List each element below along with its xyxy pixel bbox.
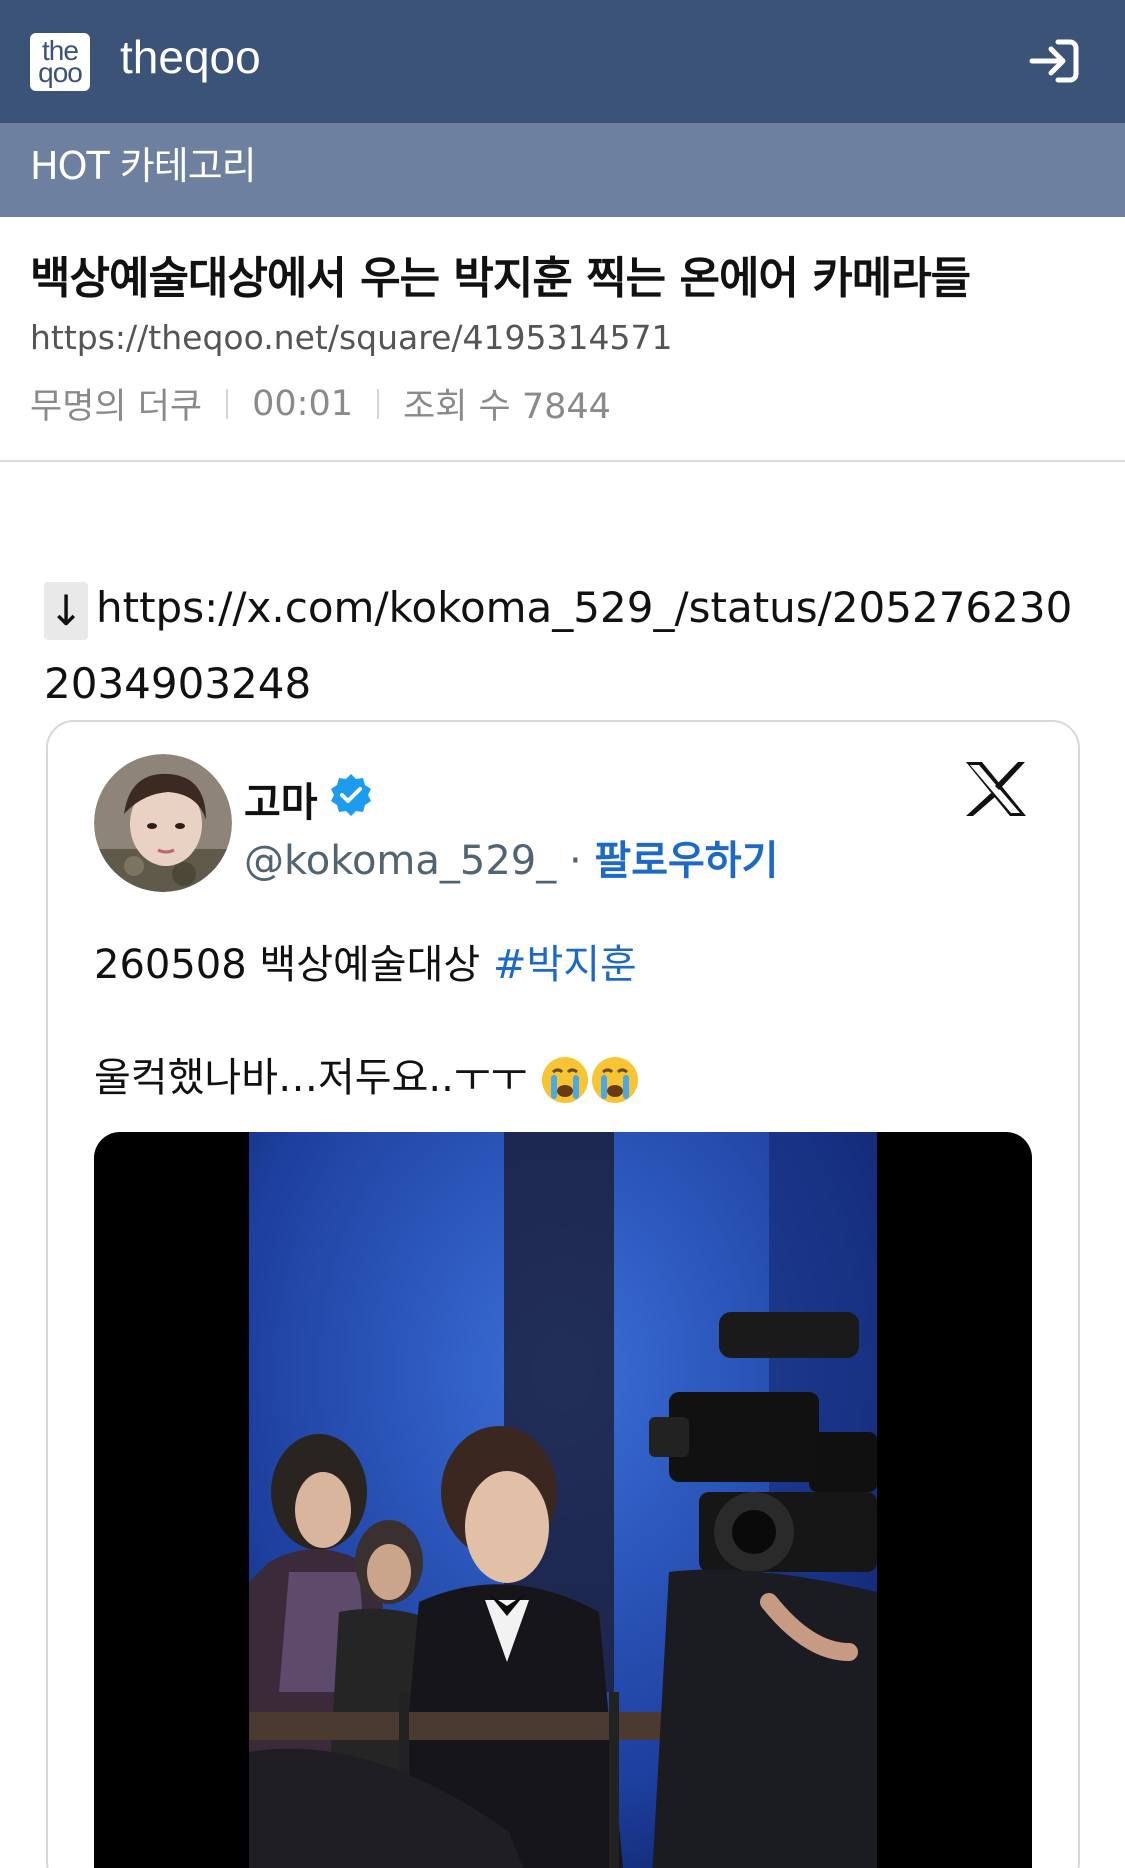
tweet-author-name[interactable]: 고마 <box>244 770 318 828</box>
crying-face-icon <box>592 1057 639 1103</box>
tweet-text: 울컥했나바…저두요..ㅜㅜ <box>94 1055 528 1101</box>
tweet-link[interactable]: https://x.com/kokoma_529_/status/2052762… <box>44 583 1072 708</box>
crying-face-icon <box>542 1057 589 1103</box>
tweet-handle-line: @kokoma_529_ · 팔로우하기 <box>244 828 778 886</box>
down-arrow-icon: ↓ <box>44 581 88 640</box>
post-author: 무명의 더쿠 <box>30 387 203 427</box>
sign-in-icon[interactable] <box>1026 36 1082 86</box>
divider <box>0 460 1125 462</box>
theqoo-logo[interactable]: the qoo <box>30 33 90 91</box>
handle-separator: · <box>556 838 595 884</box>
verified-badge-icon <box>331 774 371 816</box>
follow-button[interactable]: 팔로우하기 <box>594 838 778 884</box>
tweet-video[interactable] <box>94 1132 1032 1868</box>
post-title: 백상예술대상에서 우는 박지훈 찍는 온에어 카메라들 <box>30 253 971 304</box>
tweet-text-line-1: 260508 백상예술대상 #박지훈 <box>94 932 637 990</box>
video-frame <box>249 1132 877 1868</box>
post-url[interactable]: https://theqoo.net/square/4195314571 <box>30 318 672 357</box>
tweet-text: 260508 백상예술대상 <box>94 942 493 988</box>
hashtag-link[interactable]: #박지훈 <box>493 942 637 988</box>
meta-separator <box>377 388 380 419</box>
post-time: 00:01 <box>252 383 354 424</box>
category-label[interactable]: HOT 카테고리 <box>30 135 257 190</box>
meta-separator <box>226 388 229 419</box>
body-link-line: ↓ https://x.com/kokoma_529_/status/205276… <box>44 570 1084 722</box>
x-logo-icon[interactable] <box>964 760 1028 818</box>
post-meta: 무명의 더쿠 00:01 조회 수 7844 <box>30 378 611 429</box>
post-views: 조회 수 7844 <box>403 387 611 427</box>
site-name[interactable]: theqoo <box>120 30 261 84</box>
tweet-embed[interactable]: 고마 @kokoma_529_ · 팔로우하기 260508 백상예술대상 #박… <box>46 720 1080 1868</box>
top-bar: the qoo theqoo <box>0 0 1125 123</box>
avatar[interactable] <box>94 754 232 892</box>
logo-text-bottom: qoo <box>38 57 83 88</box>
tweet-text-line-2: 울컥했나바…저두요..ㅜㅜ <box>94 1045 640 1105</box>
tweet-author-handle[interactable]: @kokoma_529_ <box>244 838 556 884</box>
